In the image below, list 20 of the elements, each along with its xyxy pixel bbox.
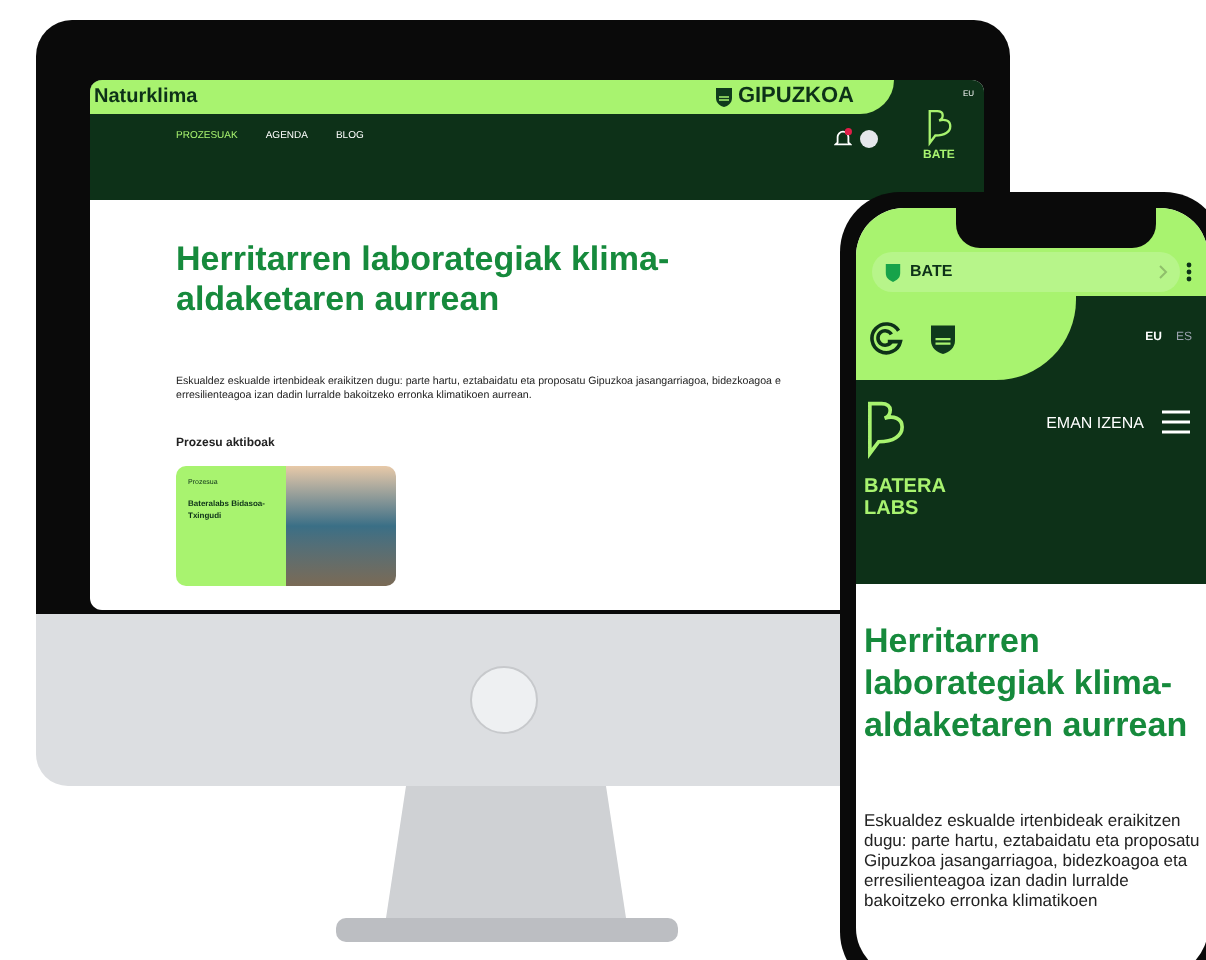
phone-description: Eskualdez eskualde irtenbideak eraikitzen dugu: parte hartu, eztabaidatu eta proposatu Gipuzkoa jasangarriagoa, bidezkoagoa eta erresilienteagoa izan dadin lurralde bakoitzeko erronka klimatikoen [864,810,1200,910]
address-bar[interactable]: BATE [872,252,1180,292]
page-title: Herritarren laborategiak klima-aldaketaren aurrean [176,240,672,320]
avatar[interactable] [860,129,878,147]
more-options-icon[interactable] [1186,262,1192,282]
speech-bubble-logo-icon [925,108,953,148]
brand-logo[interactable]: Naturklima [94,82,198,112]
photo-placeholder [286,466,396,586]
phone-title: Herritarren laborategiak klima-aldaketaren aurrean [864,620,1190,746]
url-text: BATE [910,260,953,284]
notification-bell-icon[interactable] [834,128,852,148]
speech-bubble-logo-icon [864,396,908,464]
shield-icon [713,86,734,108]
shield-check-icon [884,262,902,282]
g-logo-icon [868,320,904,356]
partner-logo: GIPUZKOA [737,82,854,113]
menu-icon[interactable] [1160,408,1192,436]
sign-up-link[interactable]: EMAN IZENA [1046,412,1144,584]
batera-labs-logo: BATERA LABS [864,476,946,520]
shield-icon [928,321,958,355]
